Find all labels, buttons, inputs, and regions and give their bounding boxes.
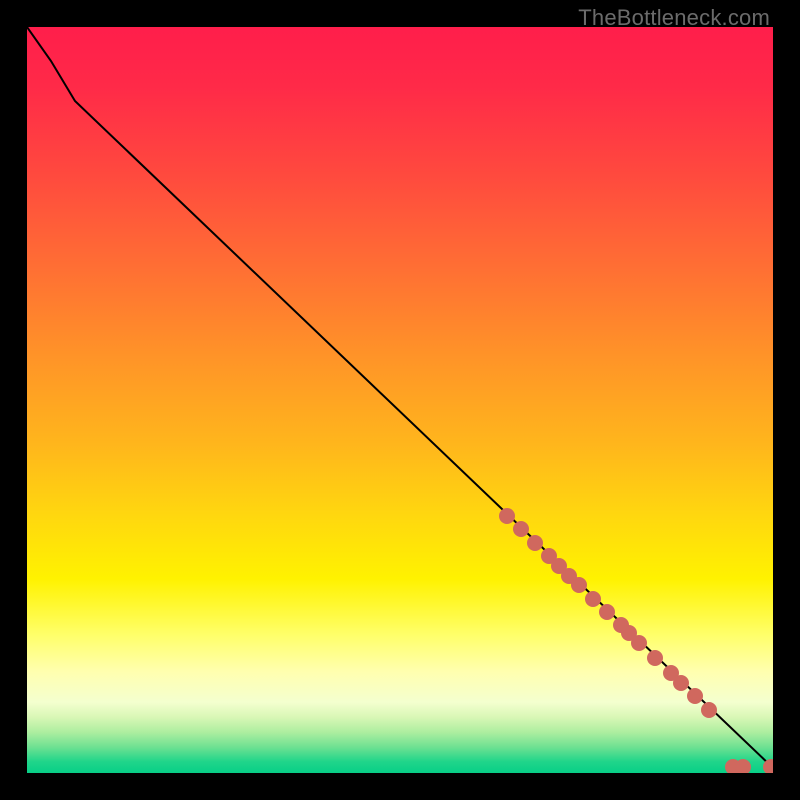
data-markers [499, 508, 773, 773]
data-marker [621, 625, 637, 641]
plot-area [27, 27, 773, 773]
data-marker [561, 568, 577, 584]
data-marker [631, 635, 647, 651]
data-marker [599, 604, 615, 620]
data-marker [513, 521, 529, 537]
curve-line [27, 27, 773, 767]
data-marker [613, 617, 629, 633]
gradient-background [27, 27, 773, 773]
data-marker [725, 759, 741, 773]
data-marker [763, 759, 773, 773]
data-marker [551, 558, 567, 574]
data-marker [527, 535, 543, 551]
data-marker [499, 508, 515, 524]
chart-stage: TheBottleneck.com [0, 0, 800, 800]
data-marker [663, 665, 679, 681]
data-marker [701, 702, 717, 718]
data-marker [585, 591, 601, 607]
data-marker [687, 688, 703, 704]
data-marker [647, 650, 663, 666]
data-marker [571, 577, 587, 593]
data-marker [735, 759, 751, 773]
data-marker [673, 675, 689, 691]
chart-svg [27, 27, 773, 773]
data-marker [541, 548, 557, 564]
